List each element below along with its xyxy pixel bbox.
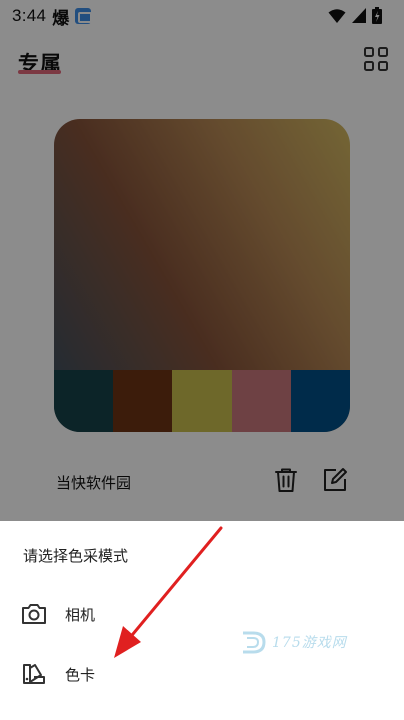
- option-color-card-label: 色卡: [65, 665, 96, 684]
- color-card-icon: [23, 664, 45, 684]
- watermark: 175游戏网: [238, 626, 362, 658]
- watermark-logo-icon: [243, 631, 266, 654]
- color-mode-sheet: 请选择色采模式 相机 色卡: [0, 521, 404, 720]
- camera-icon: [22, 604, 46, 624]
- sheet-title: 请选择色采模式: [23, 547, 129, 565]
- option-camera-label: 相机: [65, 605, 96, 624]
- watermark-text: 175游戏网: [272, 635, 347, 651]
